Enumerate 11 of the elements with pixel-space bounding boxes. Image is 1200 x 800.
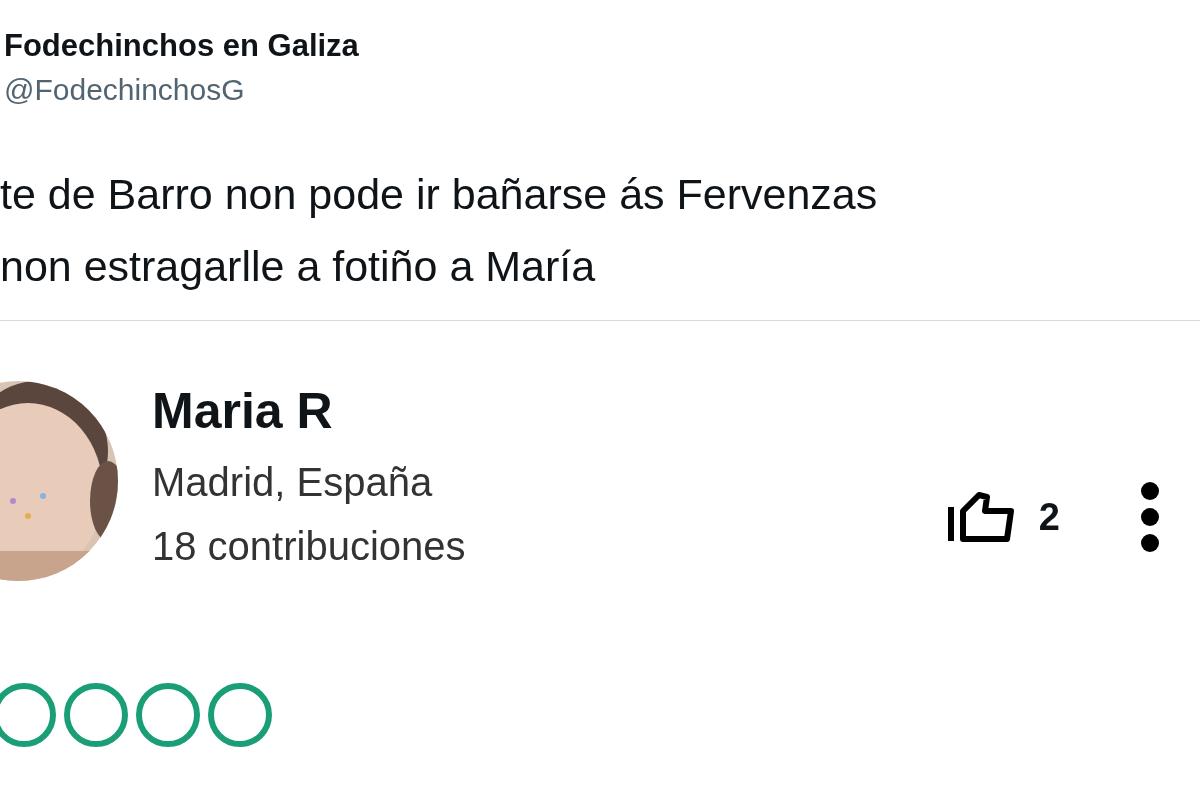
thumbs-up-icon bbox=[946, 491, 1015, 543]
reviewer-name[interactable]: Maria R bbox=[152, 381, 333, 441]
contributions-count: 18 contribuciones bbox=[152, 523, 466, 570]
author-name[interactable]: Fodechinchos en Galiza bbox=[4, 26, 359, 66]
reviewer-location: Madrid, España bbox=[152, 459, 433, 506]
tweet-text: non estragarlle a fotiño a María bbox=[0, 241, 596, 292]
more-options-icon bbox=[1140, 481, 1160, 553]
author-handle[interactable]: @FodechinchosG bbox=[4, 70, 245, 110]
tweet-text: te de Barro non pode ir bañarse ás Fervenzas bbox=[0, 169, 878, 220]
more-options-button[interactable] bbox=[1140, 481, 1160, 553]
like-button[interactable]: 2 bbox=[946, 488, 1060, 546]
